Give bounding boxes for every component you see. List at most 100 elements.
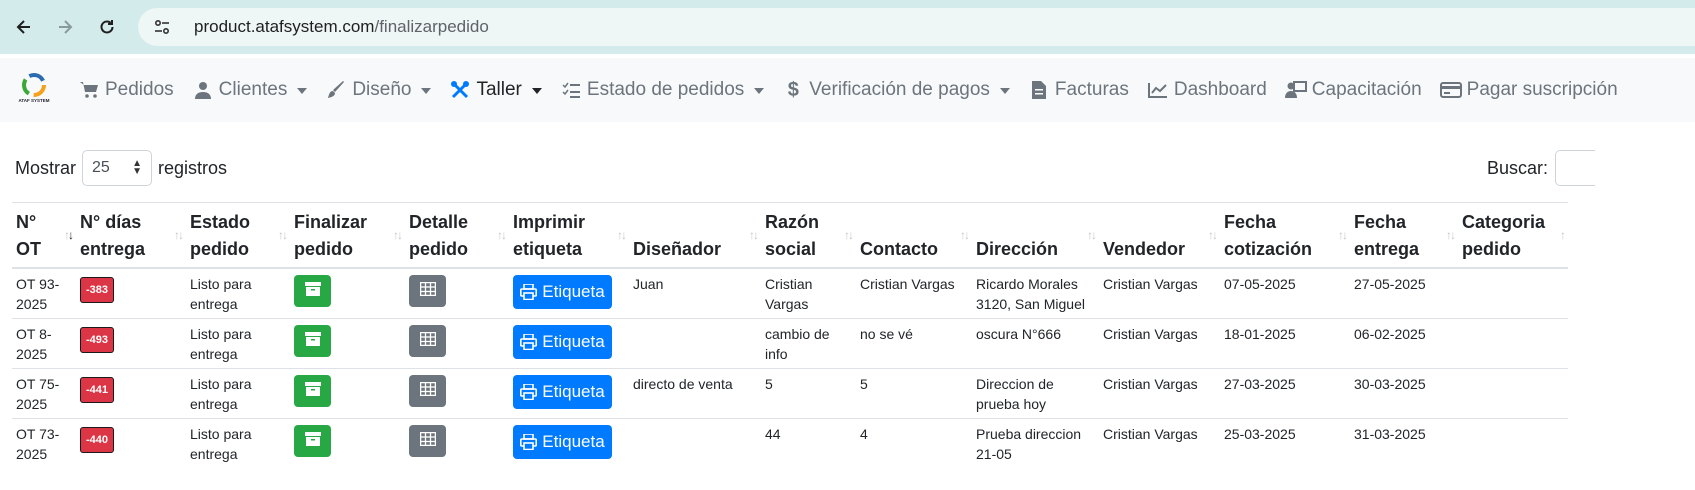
column-header[interactable]: Categoria pedido ↑ bbox=[1458, 202, 1568, 269]
days-badge: -383 bbox=[80, 277, 115, 303]
nav-item-verificación-de-pagos[interactable]: $ Verificación de pagos bbox=[782, 79, 1010, 101]
search-input[interactable] bbox=[1555, 150, 1596, 186]
column-header[interactable]: Imprimir etiqueta ↑↓ bbox=[509, 202, 629, 269]
column-header[interactable]: Dirección ↑↓ bbox=[972, 202, 1099, 269]
sort-arrows-icon: ↑ bbox=[1560, 228, 1566, 242]
nav-item-label: Facturas bbox=[1054, 79, 1129, 100]
app-navbar: ATAF SYSTEM Pedidos Clientes Diseño Taller E… bbox=[0, 58, 1695, 122]
page-length-select[interactable]: 25 ▲ ▼ bbox=[82, 150, 153, 186]
print-icon bbox=[520, 384, 542, 400]
cell-finalizar bbox=[290, 368, 405, 419]
cell-fecha-cotizacion: 18-01-2025 bbox=[1220, 318, 1350, 369]
nav-item-dashboard[interactable]: Dashboard bbox=[1147, 79, 1267, 101]
finalize-order-button[interactable] bbox=[294, 275, 331, 307]
column-header[interactable]: Diseñador ↑↓ bbox=[629, 202, 761, 269]
order-detail-button[interactable] bbox=[409, 425, 446, 457]
nav-item-diseño[interactable]: Diseño bbox=[325, 79, 432, 101]
cell-direccion: Direccion de prueba hoy bbox=[972, 368, 1099, 419]
cell-detalle bbox=[405, 418, 509, 468]
user-icon bbox=[192, 79, 214, 101]
sort-arrows-icon: ↑↓ bbox=[844, 228, 854, 242]
nav-item-label: Taller bbox=[476, 79, 522, 100]
main-menu: Pedidos Clientes Diseño Taller Estado de ped… bbox=[78, 58, 1636, 122]
archive-icon bbox=[304, 281, 321, 301]
address-bar[interactable]: product.atafsystem.com/finalizarpedido bbox=[138, 8, 1695, 46]
print-label-button[interactable]: Etiqueta bbox=[513, 275, 612, 309]
cell-disenador bbox=[629, 318, 761, 369]
url-host: product.atafsystem.com bbox=[194, 17, 375, 36]
cell-finalizar bbox=[290, 418, 405, 468]
nav-item-facturas[interactable]: Facturas bbox=[1028, 79, 1129, 101]
nav-item-estado-de-pedidos[interactable]: Estado de pedidos bbox=[560, 79, 765, 101]
forward-arrow-icon[interactable] bbox=[50, 12, 80, 42]
cell-razon-social: 44 bbox=[761, 418, 856, 468]
cell-detalle bbox=[405, 368, 509, 419]
print-label-button[interactable]: Etiqueta bbox=[513, 325, 612, 359]
order-detail-button[interactable] bbox=[409, 325, 446, 357]
credit-card-icon bbox=[1439, 79, 1462, 101]
column-header[interactable]: Fecha entrega ↑↓ bbox=[1350, 202, 1458, 269]
column-header[interactable]: Razón social ↑↓ bbox=[761, 202, 856, 269]
finalize-order-button[interactable] bbox=[294, 375, 331, 407]
nav-item-taller[interactable]: Taller bbox=[449, 79, 542, 101]
back-arrow-icon[interactable] bbox=[9, 12, 39, 42]
column-header-label: N° OT bbox=[16, 212, 41, 259]
column-header-label: Fecha entrega bbox=[1354, 212, 1420, 259]
days-badge: -493 bbox=[80, 327, 115, 353]
finalize-order-button[interactable] bbox=[294, 325, 331, 357]
reload-icon[interactable] bbox=[92, 12, 122, 42]
url-text[interactable]: product.atafsystem.com/finalizarpedido bbox=[194, 17, 489, 37]
nav-item-label: Diseño bbox=[352, 79, 412, 100]
cell-contacto: 4 bbox=[856, 418, 972, 468]
ataf-logo[interactable]: ATAF SYSTEM bbox=[18, 72, 50, 108]
order-detail-button[interactable] bbox=[409, 275, 446, 307]
nav-item-clientes[interactable]: Clientes bbox=[192, 79, 308, 101]
order-detail-button[interactable] bbox=[409, 375, 446, 407]
cell-categoria bbox=[1458, 368, 1568, 419]
column-header[interactable]: Fecha cotización ↑↓ bbox=[1220, 202, 1350, 269]
sort-arrows-icon: ↑↓ bbox=[1087, 228, 1097, 242]
nav-item-pagar-suscripción[interactable]: Pagar suscripción bbox=[1439, 79, 1618, 101]
nav-item-label: Clientes bbox=[218, 79, 288, 100]
column-header-label: Detalle pedido bbox=[409, 212, 469, 259]
column-header[interactable]: N° días entrega ↑↓ bbox=[76, 202, 186, 269]
sort-arrows-icon: ↑↓ bbox=[960, 228, 970, 242]
column-header-label: Contacto bbox=[860, 239, 938, 259]
print-icon bbox=[520, 434, 542, 450]
column-header[interactable]: Detalle pedido ↑↓ bbox=[405, 202, 509, 269]
cell-detalle bbox=[405, 267, 509, 319]
cell-direccion: oscura N°666 bbox=[972, 318, 1099, 369]
cell-fecha-entrega: 06-02-2025 bbox=[1350, 318, 1458, 369]
column-header[interactable]: N° OT ↑↓ bbox=[12, 202, 76, 269]
cell-estado: Listo para entrega bbox=[186, 418, 290, 468]
table-row: OT 8- 2025 -493 Listo para entrega Etiqueta… bbox=[12, 318, 1568, 369]
nav-item-label: Capacitación bbox=[1311, 79, 1422, 100]
table-row: OT 93- 2025 -383 Listo para entrega Etiquet… bbox=[12, 267, 1568, 319]
column-header-label: Imprimir etiqueta bbox=[513, 212, 586, 259]
cell-etiqueta: Etiqueta bbox=[509, 418, 629, 468]
print-label-text: Etiqueta bbox=[542, 432, 605, 451]
table-body: OT 93- 2025 -383 Listo para entrega Etiquet… bbox=[12, 267, 1568, 468]
column-header[interactable]: Estado pedido ↑↓ bbox=[186, 202, 290, 269]
site-settings-icon[interactable] bbox=[150, 15, 174, 39]
column-header[interactable]: Contacto ↑↓ bbox=[856, 202, 972, 269]
sort-arrows-icon: ↑↓ bbox=[1446, 228, 1456, 242]
cell-estado: Listo para entrega bbox=[186, 318, 290, 369]
sort-arrows-icon: ↑↓ bbox=[1208, 228, 1218, 242]
caret-down-icon bbox=[421, 88, 432, 94]
print-label-button[interactable]: Etiqueta bbox=[513, 425, 612, 459]
cell-ot: OT 8- 2025 bbox=[12, 318, 76, 369]
cell-estado: Listo para entrega bbox=[186, 368, 290, 419]
caret-down-icon bbox=[531, 88, 542, 94]
archive-icon bbox=[304, 381, 321, 401]
archive-icon bbox=[304, 431, 321, 451]
nav-item-pedidos[interactable]: Pedidos bbox=[78, 79, 174, 101]
cell-detalle bbox=[405, 318, 509, 369]
nav-item-capacitación[interactable]: Capacitación bbox=[1284, 79, 1422, 101]
column-header[interactable]: Finalizar pedido ↑↓ bbox=[290, 202, 405, 269]
column-header[interactable]: Vendedor ↑↓ bbox=[1099, 202, 1220, 269]
nav-item-label: Estado de pedidos bbox=[586, 79, 745, 100]
finalize-order-button[interactable] bbox=[294, 425, 331, 457]
cell-vendedor: Cristian Vargas bbox=[1099, 318, 1220, 369]
print-label-button[interactable]: Etiqueta bbox=[513, 375, 612, 409]
